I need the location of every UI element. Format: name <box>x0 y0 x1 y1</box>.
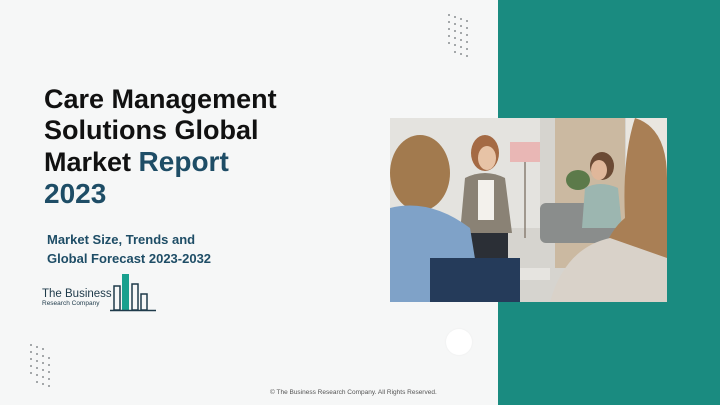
title-line-3: Market <box>44 147 139 177</box>
subtitle-line-2: Global Forecast 2023-2032 <box>47 251 212 266</box>
title-year: 2023 <box>44 178 107 209</box>
title-line-2: Solutions Global <box>44 115 259 145</box>
logo-line-1: The Business <box>42 288 112 300</box>
company-logo: The Business Research Company <box>40 270 165 315</box>
title-line-1: Care Management <box>44 84 277 114</box>
logo-building-bars-icon <box>110 274 156 312</box>
decorative-circle <box>446 329 472 355</box>
logo-line-2: Research Company <box>42 300 100 307</box>
title-accent-report: Report <box>138 146 229 177</box>
meeting-photo <box>390 118 667 302</box>
dot-grid-top-icon <box>448 14 468 57</box>
photo-illustration <box>390 118 667 302</box>
subtitle-line-1: Market Size, Trends and <box>47 232 196 247</box>
page-title: Care Management Solutions Global Market … <box>44 84 364 210</box>
logo-text: The Business Research Company <box>42 288 112 308</box>
slide: Care Management Solutions Global Market … <box>0 0 720 405</box>
copyright-footer: © The Business Research Company. All Rig… <box>270 389 437 396</box>
subtitle: Market Size, Trends and Global Forecast … <box>47 230 307 268</box>
dot-grid-bottom-icon <box>30 344 50 387</box>
